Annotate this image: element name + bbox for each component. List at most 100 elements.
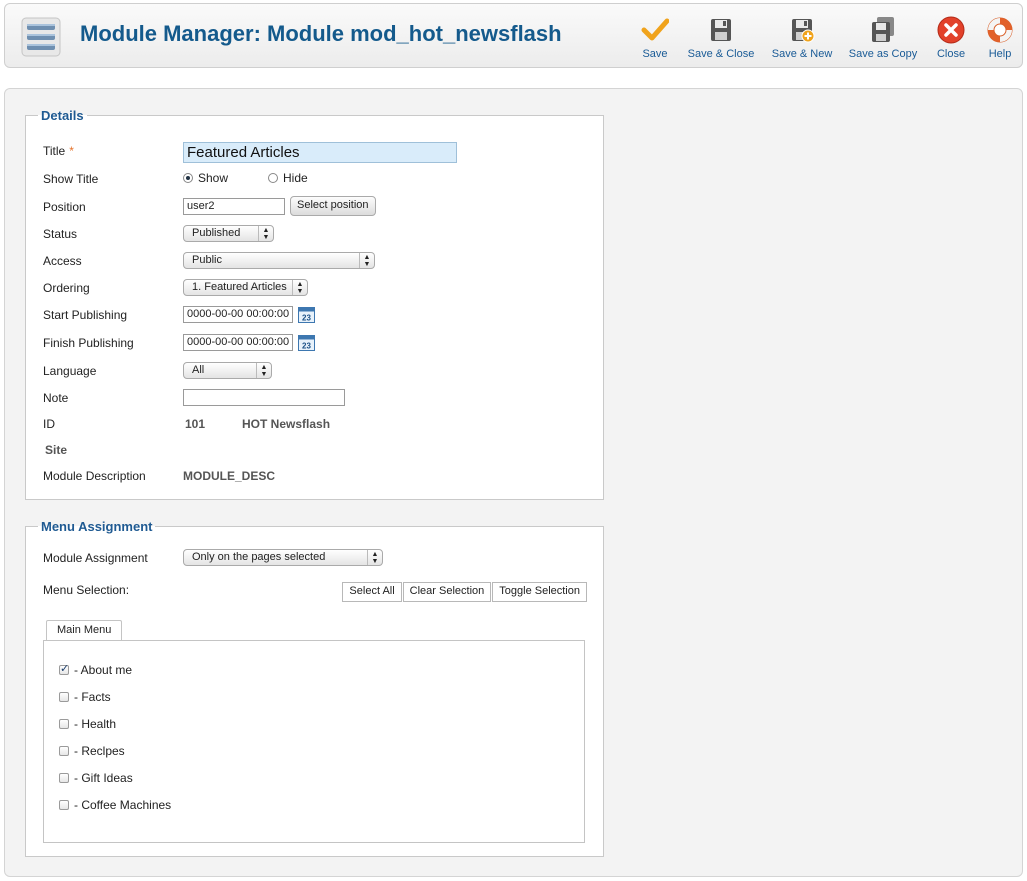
- menu-item-checkbox[interactable]: [59, 662, 69, 675]
- save-button[interactable]: Save: [639, 16, 671, 62]
- ordering-select[interactable]: 1. Featured Articles ▲ ▼: [183, 279, 308, 296]
- floppy-disk-plus-icon: [792, 19, 815, 43]
- calendar-day: 23: [302, 342, 311, 351]
- menu-assignment-legend: Menu Assignment: [41, 519, 153, 534]
- details-panel: Details Title* Show Title Show Hide Posi…: [25, 108, 604, 500]
- select-arrows-icon: ▲ ▼: [258, 226, 273, 241]
- note-label: Note: [43, 391, 69, 405]
- menu-item-checkbox[interactable]: [59, 746, 69, 756]
- finish-publishing-label: Finish Publishing: [43, 336, 134, 350]
- access-select[interactable]: Public ▲ ▼: [183, 252, 375, 269]
- position-row: Position user2 Select position: [43, 196, 593, 218]
- hide-radio-dot[interactable]: [268, 173, 278, 183]
- calendar-icon[interactable]: 23: [298, 334, 315, 351]
- menu-item-label: - Facts: [74, 690, 111, 704]
- save-as-copy-button[interactable]: Save as Copy: [847, 16, 919, 62]
- show-radio-dot[interactable]: [183, 173, 193, 183]
- menu-item[interactable]: - Gift Ideas: [59, 771, 133, 785]
- calendar-day: 23: [302, 314, 311, 323]
- details-legend: Details: [41, 108, 84, 123]
- title-row: Title *: [43, 142, 593, 163]
- module-description-row: Module Description MODULE_DESC: [43, 467, 593, 487]
- menu-item-label: - Reclpes: [74, 744, 125, 758]
- help-button[interactable]: Help: [984, 16, 1016, 62]
- ordering-row: Ordering 1. Featured Articles ▲ ▼: [43, 279, 593, 299]
- clear-selection-button[interactable]: Clear Selection: [402, 582, 492, 602]
- id-row: ID 101 HOT Newsflash: [43, 415, 593, 435]
- selection-button-group: Select All Clear Selection Toggle Select…: [341, 582, 587, 602]
- menu-selection-label: Menu Selection:: [43, 583, 130, 597]
- start-publishing-row: Start Publishing 0000-00-00 00:00:00 23: [43, 306, 593, 326]
- menu-item-checkbox[interactable]: [59, 773, 69, 783]
- access-row: Access Public ▲ ▼: [43, 252, 593, 272]
- menu-item-checkbox[interactable]: [59, 719, 69, 729]
- position-input[interactable]: user2: [183, 198, 285, 215]
- site-label: Site: [45, 443, 68, 457]
- access-select-value: Public: [192, 254, 222, 266]
- main-content: Details Title* Show Title Show Hide Posi…: [4, 88, 1023, 877]
- floppy-disk-icon: [711, 19, 731, 41]
- module-name: HOT Newsflash: [242, 417, 331, 431]
- menu-assignment-panel: Menu Assignment Module Assignment Only o…: [25, 519, 604, 857]
- position-label: Position: [43, 200, 86, 214]
- language-label: Language: [43, 364, 97, 378]
- status-label: Status: [43, 227, 78, 241]
- required-mark: *: [69, 144, 74, 158]
- access-label: Access: [43, 254, 82, 268]
- title-label: Title: [43, 144, 66, 158]
- hide-radio-label: Hide: [283, 171, 308, 185]
- start-publishing-label: Start Publishing: [43, 308, 128, 322]
- menu-item[interactable]: - Facts: [59, 690, 111, 704]
- module-assignment-label: Module Assignment: [43, 551, 148, 565]
- status-select-value: Published: [192, 227, 241, 239]
- menu-item[interactable]: - Health: [59, 717, 116, 731]
- start-publishing-input[interactable]: 0000-00-00 00:00:00: [183, 306, 293, 323]
- finish-publishing-row: Finish Publishing 0000-00-00 00:00:00 23: [43, 334, 593, 354]
- module-description-value: MODULE_DESC: [183, 469, 276, 483]
- title-input[interactable]: [183, 142, 457, 163]
- save-and-close-button[interactable]: Save & Close: [687, 16, 755, 62]
- toggle-selection-button[interactable]: Toggle Selection: [492, 582, 587, 602]
- language-select-value: All: [192, 364, 205, 376]
- save-and-new-button[interactable]: Save & New: [770, 16, 834, 62]
- calendar-icon[interactable]: 23: [298, 306, 315, 323]
- module-assignment-select[interactable]: Only on the pages selected ▲ ▼: [183, 549, 383, 566]
- menu-item[interactable]: - About me: [59, 662, 132, 677]
- select-arrows-icon: ▲ ▼: [367, 550, 382, 565]
- select-all-button[interactable]: Select All: [342, 582, 402, 602]
- select-position-button[interactable]: Select position: [290, 196, 376, 216]
- show-radio-label: Show: [198, 171, 229, 185]
- tab-main-menu[interactable]: Main Menu: [46, 620, 123, 641]
- lifebuoy-icon: [987, 17, 1013, 43]
- note-input[interactable]: [183, 389, 345, 406]
- hide-radio[interactable]: Hide: [268, 171, 308, 185]
- floppy-disks-copy-icon: [872, 17, 894, 42]
- show-title-label: Show Title: [43, 172, 99, 186]
- ordering-select-value: 1. Featured Articles: [192, 281, 287, 293]
- close-button[interactable]: Close: [934, 16, 968, 62]
- module-stack-icon: [21, 17, 61, 57]
- menu-item-checkbox[interactable]: [59, 800, 69, 810]
- page-title: Module Manager: Module mod_hot_newsflash: [80, 21, 562, 46]
- menu-item[interactable]: - Reclpes: [59, 744, 125, 758]
- menu-item-label: - Health: [74, 717, 117, 731]
- menu-item-label: - Coffee Machines: [74, 798, 172, 812]
- menu-item[interactable]: - Coffee Machines: [59, 798, 171, 812]
- status-select[interactable]: Published ▲ ▼: [183, 225, 274, 242]
- toolbar: Module Manager: Module mod_hot_newsflash…: [4, 3, 1023, 68]
- show-radio[interactable]: Show: [183, 171, 228, 185]
- language-select[interactable]: All ▲ ▼: [183, 362, 272, 379]
- select-arrows-icon: ▲ ▼: [359, 253, 374, 268]
- id-label: ID: [43, 417, 55, 431]
- menu-item-checkbox[interactable]: [59, 692, 69, 702]
- module-description-label: Module Description: [43, 469, 146, 483]
- module-assignment-row: Module Assignment Only on the pages sele…: [43, 549, 593, 569]
- language-row: Language All ▲ ▼: [43, 362, 593, 382]
- id-value: 101: [185, 417, 206, 431]
- status-row: Status Published ▲ ▼: [43, 225, 593, 245]
- note-row: Note: [43, 389, 593, 409]
- module-assignment-value: Only on the pages selected: [192, 551, 326, 563]
- select-arrows-icon: ▲ ▼: [256, 363, 271, 378]
- finish-publishing-input[interactable]: 0000-00-00 00:00:00: [183, 334, 293, 351]
- menu-items-box: - About me - Facts - Health - Reclpes - …: [43, 640, 585, 843]
